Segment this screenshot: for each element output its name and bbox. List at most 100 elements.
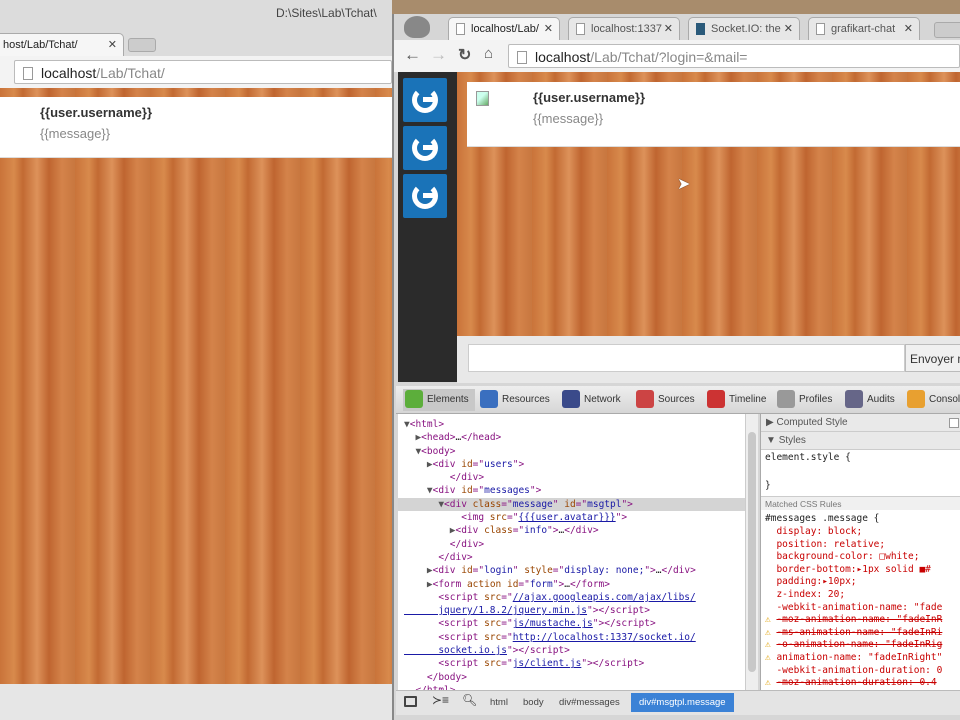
resource-link[interactable]: http://localhost:1337/socket.io/ <box>513 632 696 643</box>
css-property[interactable]: position: relative; <box>765 539 942 552</box>
dom-node-selected[interactable]: ▼<div class="message" id="msgtpl"> <box>404 498 696 511</box>
close-tab-icon[interactable]: ✕ <box>904 22 913 35</box>
breadcrumb-body[interactable]: body <box>515 693 552 712</box>
dock-icon[interactable] <box>404 696 417 707</box>
close-tab-icon[interactable]: ✕ <box>784 22 793 35</box>
styles-label: Styles <box>778 435 806 446</box>
page-icon <box>23 67 33 80</box>
devtools-tab-profiles[interactable]: Profiles <box>775 389 832 411</box>
right-address-bar[interactable]: localhost/Lab/Tchat/?login=&mail= <box>508 44 960 68</box>
styles-header[interactable]: ▼ Styles <box>761 432 960 450</box>
code-token: </div> <box>404 472 485 484</box>
inspect-search-icon[interactable]: 🔍︎ <box>462 693 477 707</box>
dom-node[interactable]: <script src="http://localhost:1337/socke… <box>404 631 696 644</box>
send-message-button[interactable]: Envoyer m <box>905 344 960 372</box>
dom-node[interactable]: </div> <box>404 551 696 564</box>
back-button[interactable]: ← <box>404 45 421 65</box>
dom-node[interactable]: ▶<div class="info">…</div> <box>404 524 696 537</box>
user-avatar-icon[interactable] <box>403 78 447 122</box>
resource-link[interactable]: {{{user.avatar}}} <box>518 512 615 523</box>
audits-icon <box>845 390 863 408</box>
css-property[interactable]: padding:▸10px; <box>765 576 942 589</box>
dom-node[interactable]: ▼<body> <box>404 445 696 458</box>
computed-style-header[interactable]: ▶ Computed Style <box>761 414 960 432</box>
element-style-open[interactable]: element.style { <box>765 452 851 465</box>
dom-node[interactable]: </body> <box>404 671 696 684</box>
elements-scrollbar[interactable] <box>745 414 758 690</box>
tab-label: Network <box>584 394 621 405</box>
devtools-tab-elements[interactable]: Elements <box>403 389 475 411</box>
dom-node[interactable]: ▶<head>…</head> <box>404 431 696 444</box>
css-property[interactable]: -webkit-animation-name: "fade <box>765 602 942 615</box>
close-tab-icon[interactable]: ✕ <box>664 22 673 35</box>
css-property[interactable]: ⚠ -moz-animation-name: "fadeInR <box>765 614 942 627</box>
left-tab-active[interactable]: host/Lab/Tchat/ ✕ <box>0 33 124 57</box>
devtools-tab-network[interactable]: Network <box>560 389 621 411</box>
css-property[interactable]: background-color: □white; <box>765 551 942 564</box>
css-property[interactable]: -webkit-animation-duration: 0 <box>765 665 942 678</box>
resource-link[interactable]: js/client.js <box>513 658 582 669</box>
devtools-tab-sources[interactable]: Sources <box>634 389 695 411</box>
dom-node[interactable]: socket.io.js"></script> <box>404 644 696 657</box>
dom-node[interactable]: <script src="js/mustache.js"></script> <box>404 617 696 630</box>
user-avatar-icon[interactable] <box>403 126 447 170</box>
dom-node[interactable]: </div> <box>404 471 696 484</box>
code-token: "> <box>615 512 628 524</box>
resource-link[interactable]: jquery/1.8.2/jquery.min.js <box>404 605 587 616</box>
dom-node[interactable]: <script src="//ajax.googleapis.com/ajax/… <box>404 591 696 604</box>
css-property[interactable]: ⚠ -moz-animation-duration: 0.4 <box>765 677 942 690</box>
breadcrumb-html[interactable]: html <box>482 693 516 712</box>
left-address-bar[interactable]: localhost/Lab/Tchat/ <box>14 60 392 84</box>
dom-node[interactable]: ▼<div id="messages"> <box>404 484 696 497</box>
resource-link[interactable]: socket.io.js <box>404 645 507 656</box>
message-input[interactable] <box>468 344 905 372</box>
code-token: style <box>524 565 553 577</box>
browser-tab[interactable]: Socket.IO: the ✕ <box>688 17 800 41</box>
css-property[interactable]: display: block; <box>765 526 942 539</box>
dom-node[interactable]: </div> <box>404 538 696 551</box>
show-inherited-checkbox[interactable] <box>949 418 959 428</box>
resource-link[interactable]: //ajax.googleapis.com/ajax/libs/ <box>513 592 696 603</box>
new-tab-button[interactable] <box>934 22 960 38</box>
forward-button[interactable]: → <box>430 45 447 65</box>
css-property[interactable]: border-bottom:▸1px solid ■# <box>765 564 942 577</box>
close-tab-icon[interactable]: ✕ <box>108 38 117 51</box>
reload-button[interactable]: ↻ <box>458 45 471 65</box>
browser-tab[interactable]: grafikart-chat ✕ <box>808 17 920 41</box>
css-property[interactable]: ⚠ animation-name: "fadeInRight" <box>765 652 942 665</box>
css-selector[interactable]: #messages .message { <box>765 513 879 526</box>
close-tab-icon[interactable]: ✕ <box>544 22 553 35</box>
devtools-tab-console[interactable]: Console <box>905 389 960 411</box>
code-token: ▶ <box>404 578 433 590</box>
devtools-tab-timeline[interactable]: Timeline <box>705 389 766 411</box>
dom-node[interactable]: <script src="js/client.js"></script> <box>404 657 696 670</box>
warning-icon: ⚠ <box>765 639 777 651</box>
dom-node[interactable]: ▶<form action id="form">…</form> <box>404 578 696 591</box>
elements-panel: ▼<html> ▶<head>…</head> ▼<body> ▶<div id… <box>398 414 745 690</box>
scrollbar-thumb[interactable] <box>748 432 756 672</box>
breadcrumb-div-messages[interactable]: div#messages <box>551 693 628 712</box>
code-token: " <box>552 498 565 510</box>
code-token: ▶ <box>404 432 422 444</box>
css-property[interactable]: ⚠ -o-animation-name: "fadeInRig <box>765 639 942 652</box>
dom-node[interactable]: jquery/1.8.2/jquery.min.js"></script> <box>404 604 696 617</box>
dom-node[interactable]: ▶<div id="users"> <box>404 458 696 471</box>
css-property[interactable]: z-index: 20; <box>765 589 942 602</box>
dom-tree[interactable]: ▼<html> ▶<head>…</head> ▼<body> ▶<div id… <box>404 418 696 690</box>
resource-link[interactable]: js/mustache.js <box>513 618 593 629</box>
new-tab-button[interactable] <box>128 38 156 52</box>
browser-tab[interactable]: localhost:1337 ✕ <box>568 17 680 41</box>
css-property[interactable]: ⚠ -ms-animation-name: "fadeInRi <box>765 627 942 640</box>
devtools-tab-audits[interactable]: Audits <box>843 389 895 411</box>
browser-tab[interactable]: localhost/Lab/ ✕ <box>448 17 560 41</box>
dom-node[interactable]: ▶<div id="login" style="display: none;">… <box>404 564 696 577</box>
devtools-tab-resources[interactable]: Resources <box>478 389 550 411</box>
dom-node[interactable]: ▼<html> <box>404 418 696 431</box>
dom-node[interactable]: <img src="{{{user.avatar}}}"> <box>404 511 696 524</box>
breadcrumb-div-msgtpl-message[interactable]: div#msgtpl.message <box>631 693 734 712</box>
code-token: ▼ <box>404 498 445 510</box>
home-button[interactable]: ⌂ <box>484 45 493 62</box>
console-drawer-icon[interactable]: ≻≡ <box>432 693 449 707</box>
user-avatar-icon[interactable] <box>403 174 447 218</box>
profiles-icon <box>777 390 795 408</box>
